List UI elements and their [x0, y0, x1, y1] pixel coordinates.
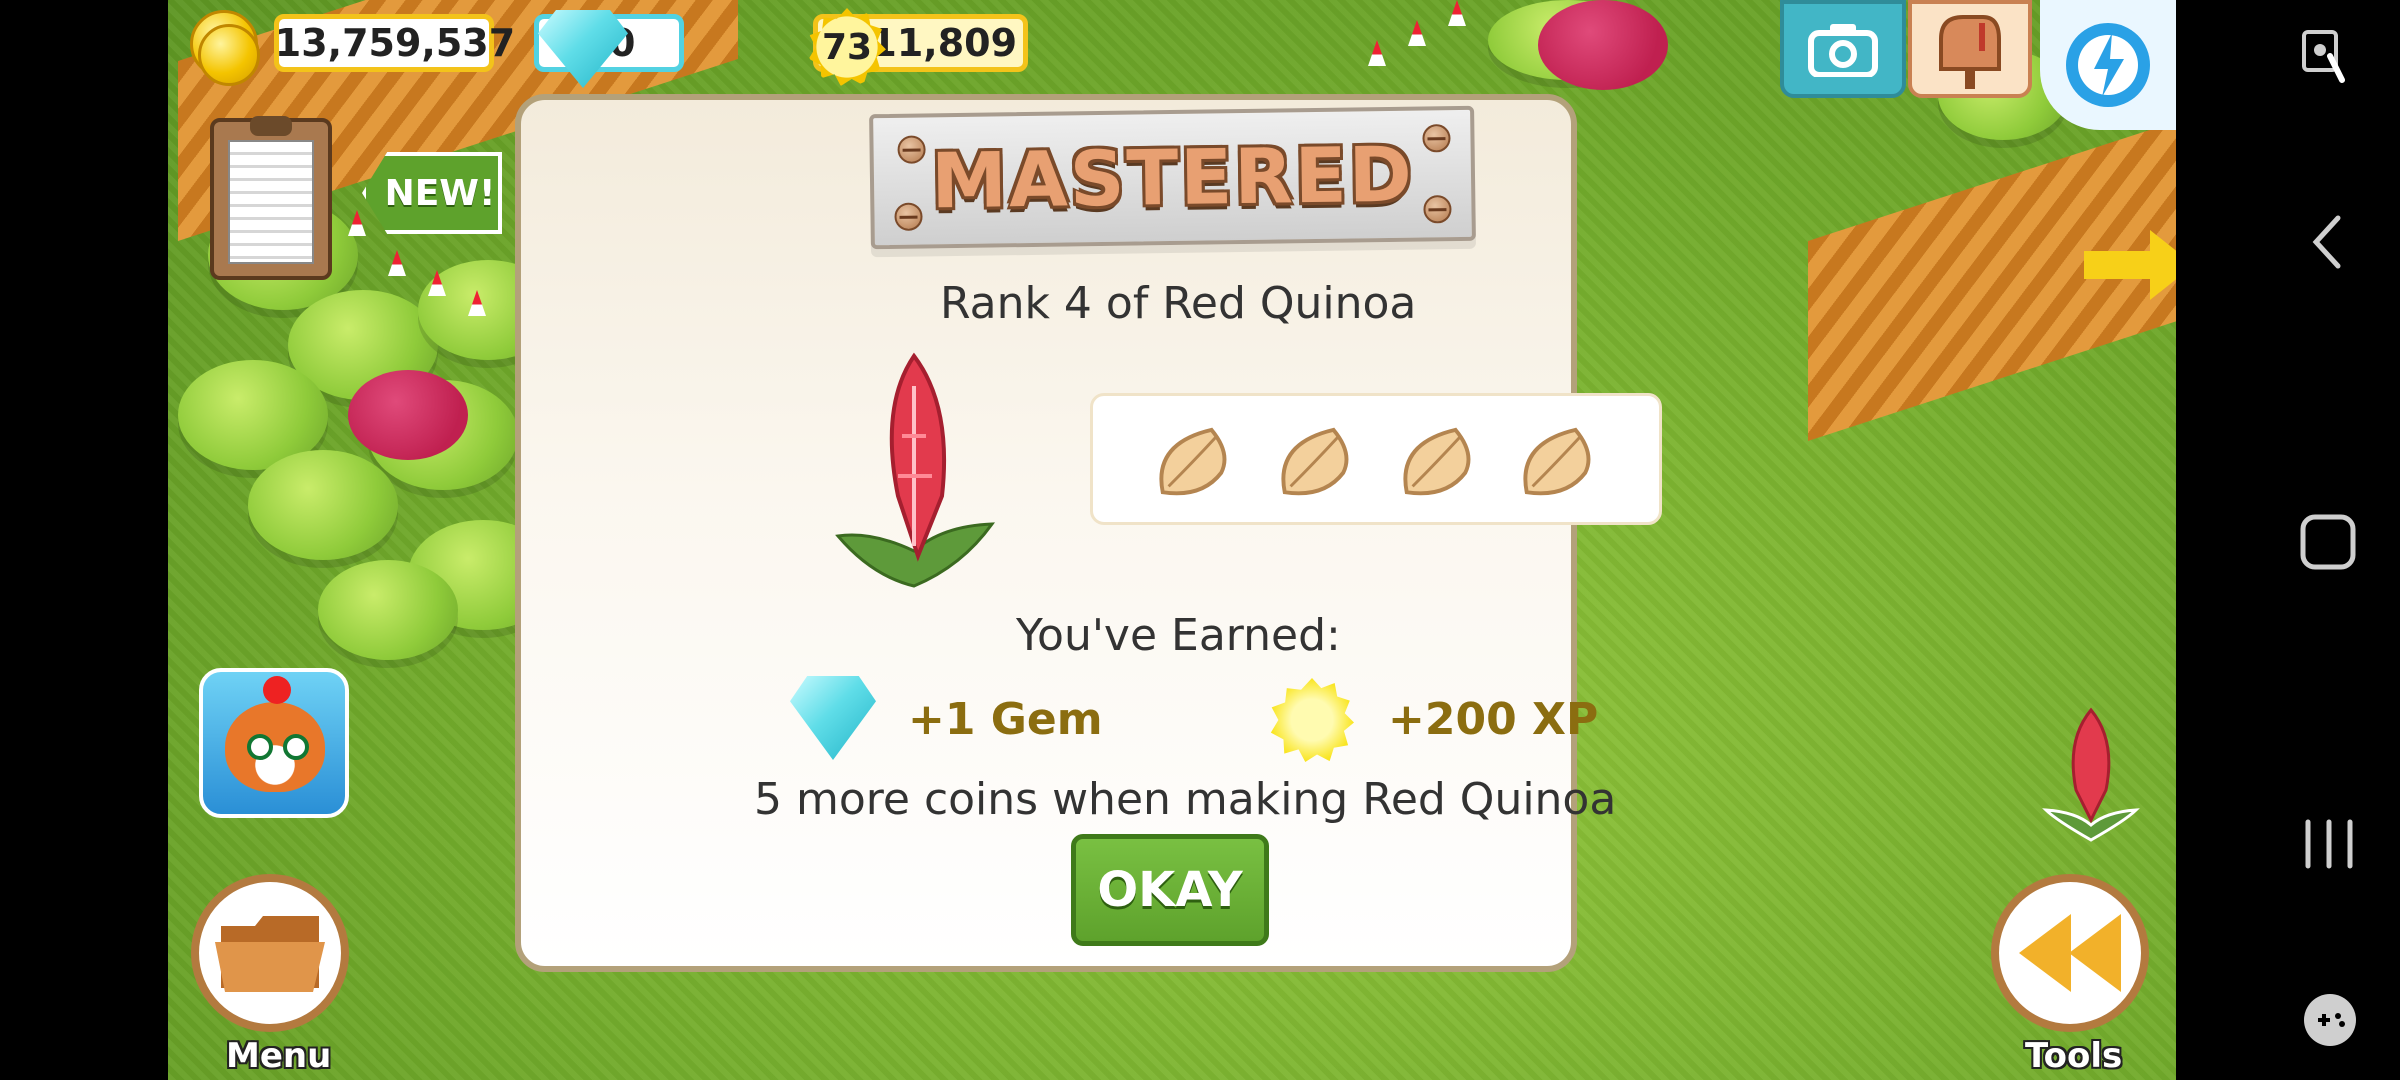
fox-eye-right: [283, 734, 309, 760]
tree: [248, 450, 398, 560]
game-tools-icon[interactable]: [2300, 990, 2360, 1050]
bonus-text: 5 more coins when making Red Quinoa: [754, 774, 1617, 825]
folder-icon: [215, 916, 325, 992]
seed-icon: [1523, 427, 1591, 496]
menu-button[interactable]: [191, 874, 349, 1032]
tree: [318, 560, 458, 660]
home-icon[interactable]: [2298, 512, 2358, 572]
gnome: [348, 210, 366, 236]
mastered-banner: MASTERED: [869, 105, 1476, 250]
reward-xp-text: +200 XP: [1388, 694, 1599, 745]
clipboard-clip: [250, 116, 292, 136]
tools-button[interactable]: [1991, 874, 2149, 1032]
rewind-icon: [2019, 914, 2121, 992]
clipboard-button[interactable]: [210, 116, 332, 280]
flower-bush: [1538, 0, 1668, 90]
rank-seed-box: [1090, 393, 1662, 525]
gnome: [1448, 0, 1466, 26]
fox-face-icon: [225, 702, 325, 792]
screw: [1422, 124, 1451, 153]
quinoa-crop-icon: [2042, 707, 2140, 842]
recents-icon[interactable]: [2302, 818, 2356, 870]
gnome: [388, 250, 406, 276]
system-nav-bar: [2176, 0, 2400, 1080]
screw: [897, 135, 926, 164]
seed-icon: [1281, 427, 1349, 496]
flower-bush: [348, 370, 468, 460]
rank-subtitle: Rank 4 of Red Quinoa: [940, 278, 1417, 329]
level-number: 73: [821, 26, 873, 68]
coin-counter: 13,759,537: [274, 14, 515, 72]
clipboard-icon: [228, 140, 314, 264]
seed-icon: [1403, 427, 1471, 496]
camera-icon: [1808, 24, 1878, 77]
fruit-icon: [263, 676, 291, 704]
quinoa-icon: [835, 352, 996, 588]
menu-label: Menu: [226, 1036, 332, 1076]
reward-gem-text: +1 Gem: [908, 694, 1103, 745]
speed-button[interactable]: [2040, 0, 2176, 130]
promo-game-icon[interactable]: [199, 668, 349, 818]
coin-icon: [198, 24, 260, 86]
tools-label: Tools: [2025, 1036, 2123, 1076]
okay-label: OKAY: [1097, 862, 1243, 918]
gnome: [1408, 20, 1426, 46]
screen-lock-icon[interactable]: [2300, 28, 2350, 84]
fox-eye-left: [247, 734, 273, 760]
banner-title: MASTERED: [930, 129, 1415, 226]
earned-label: You've Earned:: [1016, 610, 1341, 661]
gnome: [1368, 40, 1386, 66]
camera-button[interactable]: [1780, 0, 1906, 98]
new-badge-label: NEW!: [384, 172, 496, 214]
mailbox-button[interactable]: [1908, 0, 2032, 98]
seed-icon: [1159, 427, 1227, 496]
screw: [1423, 195, 1452, 224]
okay-button[interactable]: OKAY: [1071, 834, 1269, 946]
screw: [894, 202, 923, 231]
mailbox-icon: [1939, 15, 2001, 89]
back-icon[interactable]: [2308, 214, 2348, 270]
speed-icon: [2066, 23, 2150, 107]
coin-count: 13,759,537: [274, 21, 516, 65]
new-badge[interactable]: NEW!: [362, 152, 502, 234]
